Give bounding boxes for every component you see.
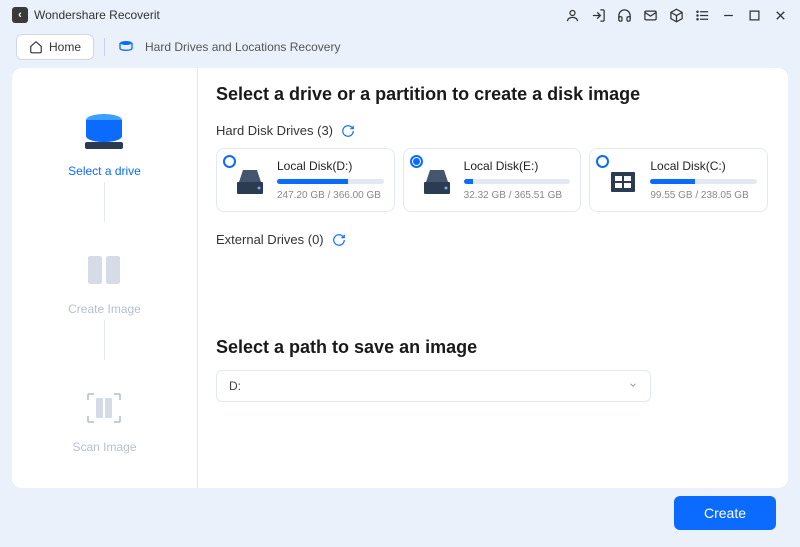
drive-usage: 32.32 GB / 365.51 GB (464, 190, 571, 201)
hdd-icon (233, 165, 267, 199)
refresh-icon[interactable] (332, 233, 346, 247)
page-title: Select a drive or a partition to create … (216, 84, 768, 105)
home-label: Home (49, 40, 81, 54)
login-icon[interactable] (590, 7, 606, 23)
breadcrumb: Hard Drives and Locations Recovery (115, 38, 340, 56)
path-select[interactable]: D: (216, 370, 651, 402)
usage-bar (277, 179, 384, 184)
subheader: Home Hard Drives and Locations Recovery (0, 30, 800, 68)
app-logo: ‹ (12, 7, 28, 23)
step-scan-image[interactable]: Scan Image (72, 364, 136, 454)
minimize-icon[interactable] (720, 7, 736, 23)
menu-icon[interactable] (694, 7, 710, 23)
step-connector (104, 182, 105, 222)
chevron-down-icon (628, 379, 638, 393)
divider (104, 38, 105, 56)
drive-card-e[interactable]: Local Disk(E:) 32.32 GB / 365.51 GB (403, 148, 582, 212)
create-button[interactable]: Create (674, 496, 776, 530)
support-icon[interactable] (616, 7, 632, 23)
drive-card-c[interactable]: Local Disk(C:) 99.55 GB / 238.05 GB (589, 148, 768, 212)
drive-name: Local Disk(D:) (277, 159, 384, 173)
windows-drive-icon (606, 165, 640, 199)
drive-step-icon (80, 108, 128, 156)
steps-sidebar: Select a drive Create Image Scan Image (12, 68, 198, 488)
user-icon[interactable] (564, 7, 580, 23)
usage-bar (464, 179, 571, 184)
hdd-section-label: Hard Disk Drives (3) (216, 123, 768, 138)
content-area: Select a drive or a partition to create … (198, 68, 788, 488)
drive-card-d[interactable]: Local Disk(D:) 247.20 GB / 366.00 GB (216, 148, 395, 212)
drive-usage: 99.55 GB / 238.05 GB (650, 190, 757, 201)
drive-nav-icon (115, 38, 137, 56)
close-icon[interactable] (772, 7, 788, 23)
usage-bar (650, 179, 757, 184)
mail-icon[interactable] (642, 7, 658, 23)
breadcrumb-text: Hard Drives and Locations Recovery (145, 40, 340, 54)
titlebar: ‹ Wondershare Recoverit (0, 0, 800, 30)
drive-name: Local Disk(C:) (650, 159, 757, 173)
radio[interactable] (223, 155, 236, 168)
step-create-image[interactable]: Create Image (68, 226, 141, 316)
footer: Create (0, 496, 800, 530)
drives-row: Local Disk(D:) 247.20 GB / 366.00 GB Loc… (216, 148, 768, 212)
scan-image-step-icon (80, 384, 128, 432)
step-label: Select a drive (68, 164, 141, 178)
refresh-icon[interactable] (341, 124, 355, 138)
path-title: Select a path to save an image (216, 337, 768, 358)
step-select-drive[interactable]: Select a drive (68, 88, 141, 178)
step-label: Create Image (68, 302, 141, 316)
drive-usage: 247.20 GB / 366.00 GB (277, 190, 384, 201)
hdd-icon (420, 165, 454, 199)
main-card: Select a drive Create Image Scan Image S… (12, 68, 788, 488)
app-title: Wondershare Recoverit (34, 8, 160, 22)
package-icon[interactable] (668, 7, 684, 23)
step-label: Scan Image (72, 440, 136, 454)
path-value: D: (229, 379, 241, 393)
radio[interactable] (410, 155, 423, 168)
step-connector (104, 320, 105, 360)
maximize-icon[interactable] (746, 7, 762, 23)
external-section-label: External Drives (0) (216, 232, 768, 247)
home-button[interactable]: Home (16, 34, 94, 60)
drive-name: Local Disk(E:) (464, 159, 571, 173)
create-image-step-icon (80, 246, 128, 294)
